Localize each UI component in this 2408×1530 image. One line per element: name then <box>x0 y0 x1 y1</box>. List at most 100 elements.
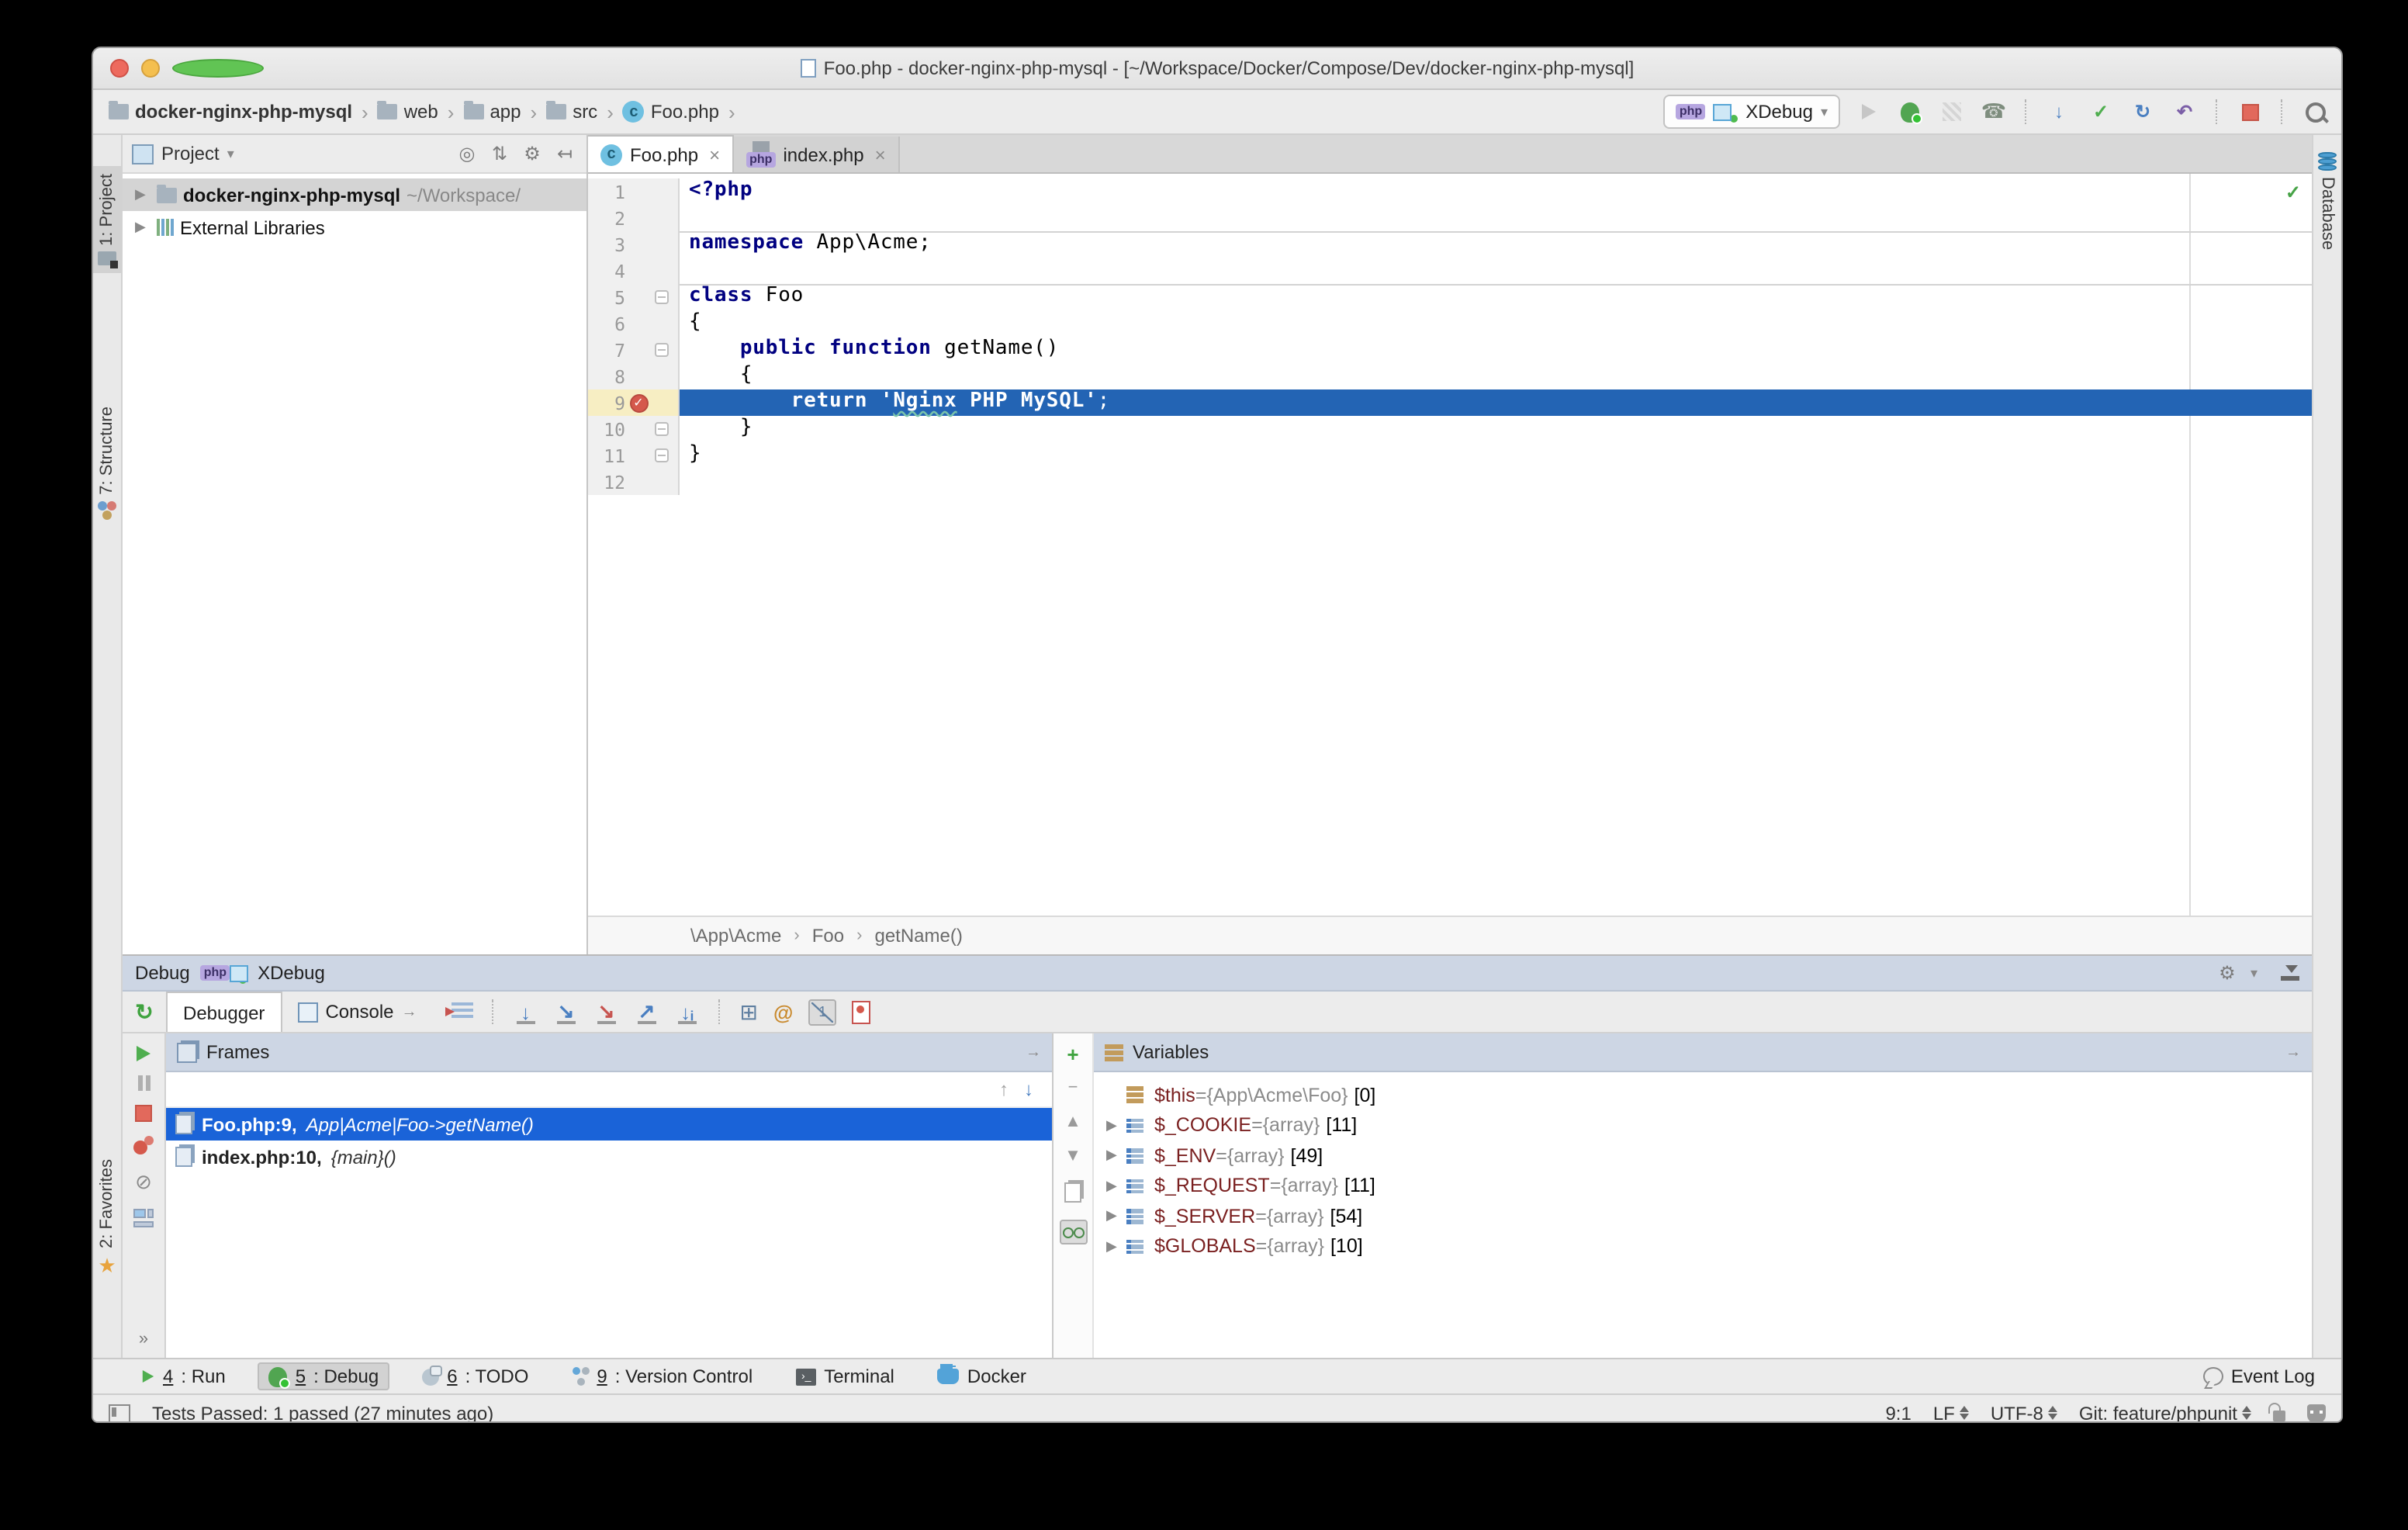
gutter-cell[interactable]: 6 <box>588 310 680 337</box>
tab-console[interactable]: Console → <box>282 992 432 1032</box>
move-watch-down-button[interactable]: ▼ <box>1064 1148 1081 1165</box>
breadcrumb-item[interactable]: docker-nginx-php-mysql <box>106 101 355 123</box>
encoding-widget[interactable]: UTF-8 <box>1991 1402 2057 1423</box>
caret-position-widget[interactable]: 9:1 <box>1885 1402 1911 1423</box>
breadcrumb-item[interactable]: app <box>460 101 524 123</box>
zoom-window-button[interactable] <box>172 59 264 78</box>
toolwindow-button-todo[interactable]: 6: TODO <box>411 1362 539 1390</box>
copy-button[interactable] <box>1064 1182 1081 1203</box>
more-actions-button[interactable]: » <box>139 1330 148 1348</box>
gutter-cell[interactable]: 2 <box>588 205 680 231</box>
search-everywhere-button[interactable] <box>2301 98 2329 126</box>
inline-values-button[interactable]: @ <box>773 1000 793 1023</box>
toolwindow-button-project[interactable]: 1: Project <box>93 166 121 274</box>
view-breakpoints-button[interactable] <box>852 1000 870 1023</box>
gutter-cell[interactable]: 8 <box>588 363 680 389</box>
debug-session-tab[interactable]: XDebug <box>258 962 325 984</box>
revert-changes-button[interactable]: ↶ <box>2171 98 2199 126</box>
run-button[interactable] <box>1854 98 1882 126</box>
stop-button[interactable] <box>135 1105 152 1122</box>
variable-row[interactable]: ▶$_COOKIE = {array}[11] <box>1094 1110 2312 1141</box>
frame-row[interactable]: Foo.php:9, App|Acme|Foo->getName() <box>166 1108 1052 1141</box>
readonly-lock-icon[interactable] <box>2273 1411 2285 1421</box>
show-execution-point-button[interactable] <box>452 1002 473 1021</box>
show-history-button[interactable]: ↻ <box>2129 98 2157 126</box>
float-panel-icon[interactable]: → <box>2285 1044 2301 1061</box>
toolwindow-button-terminal[interactable]: ›_Terminal <box>785 1362 905 1390</box>
gutter-cell[interactable]: 12 <box>588 469 680 495</box>
breadcrumb-item[interactable]: getName() <box>874 925 962 947</box>
variable-row[interactable]: $this = {App\Acme\Foo}[0] <box>1094 1080 2312 1110</box>
previous-frame-button[interactable]: ↑ <box>999 1078 1009 1100</box>
breadcrumb-item[interactable]: \App\Acme <box>690 925 781 947</box>
move-watch-up-button[interactable]: ▲ <box>1064 1114 1081 1131</box>
code-line[interactable]: 12 <box>588 469 2312 495</box>
gutter-cell[interactable]: 7 <box>588 337 680 363</box>
tree-row[interactable]: ▶External Libraries <box>123 211 586 244</box>
gutter-cell[interactable]: 3 <box>588 231 680 258</box>
code-line[interactable]: 4 <box>588 258 2312 284</box>
settings-gear-icon[interactable]: ⚙ <box>520 143 545 164</box>
inspection-ok-icon[interactable]: ✓ <box>2285 182 2301 203</box>
view-breakpoints-button[interactable] <box>133 1136 154 1156</box>
mute-breakpoints-button[interactable]: ⊘ <box>135 1170 152 1195</box>
code-line[interactable]: 3namespace App\Acme; <box>588 231 2312 258</box>
inspection-profile-icon[interactable] <box>2307 1404 2326 1422</box>
add-watch-button[interactable]: + <box>1067 1046 1078 1063</box>
gutter-cell[interactable]: 9✓ <box>588 389 680 416</box>
toolwindow-toggle-icon[interactable] <box>109 1404 130 1422</box>
toolwindow-button-favorites[interactable]: 2: Favorites ★ <box>93 1151 121 1287</box>
code-editor[interactable]: 1<?php23namespace App\Acme;45class Foo6{… <box>588 174 2312 916</box>
code-line[interactable]: 7 public function getName() <box>588 337 2312 363</box>
pause-button[interactable] <box>137 1075 150 1091</box>
variable-row[interactable]: ▶$_ENV = {array}[49] <box>1094 1141 2312 1171</box>
float-panel-icon[interactable]: → <box>1026 1044 1041 1061</box>
close-icon[interactable]: × <box>875 144 886 165</box>
editor-tab-index-php[interactable]: phpindex.php× <box>734 137 899 172</box>
gutter-cell[interactable]: 1 <box>588 178 680 205</box>
status-message[interactable]: Tests Passed: 1 passed (27 minutes ago) <box>152 1402 493 1423</box>
remove-watch-button[interactable]: − <box>1068 1080 1078 1097</box>
breakpoint-icon[interactable]: ✓ <box>625 393 652 412</box>
step-out-button[interactable]: ↗ <box>635 999 659 1024</box>
code-line[interactable]: 1<?php <box>588 178 2312 205</box>
variable-row[interactable]: ▶$_REQUEST = {array}[11] <box>1094 1171 2312 1201</box>
expand-chevron-icon[interactable]: ▶ <box>1106 1117 1126 1134</box>
code-line[interactable]: 2 <box>588 205 2312 231</box>
restore-layout-button[interactable] <box>133 1209 154 1226</box>
fold-marker-icon[interactable] <box>652 343 672 357</box>
force-step-into-button[interactable]: ↘ <box>594 999 619 1024</box>
close-window-button[interactable] <box>110 59 129 78</box>
code-line[interactable]: 10 } <box>588 416 2312 442</box>
breadcrumb-item[interactable]: Foo <box>812 925 844 947</box>
resume-button[interactable] <box>137 1046 150 1061</box>
expand-chevron-icon[interactable]: ▶ <box>1106 1148 1126 1165</box>
code-line[interactable]: 6{ <box>588 310 2312 337</box>
rerun-button[interactable]: ↻ <box>123 999 166 1025</box>
run-to-cursor-button[interactable]: ↓ᵢ <box>675 999 700 1024</box>
commit-changes-button[interactable]: ✓ <box>2087 98 2115 126</box>
code-line[interactable]: 9✓ return 'Nginx PHP MySQL'; <box>588 389 2312 416</box>
fold-marker-icon[interactable] <box>652 448 672 462</box>
toolwindow-button-database[interactable]: Database <box>2313 144 2341 258</box>
variable-row[interactable]: ▶$_SERVER = {array}[54] <box>1094 1201 2312 1231</box>
fold-marker-icon[interactable] <box>652 290 672 304</box>
minimize-window-button[interactable] <box>141 59 160 78</box>
fold-marker-icon[interactable] <box>652 422 672 436</box>
gutter-cell[interactable]: 5 <box>588 284 680 310</box>
breadcrumb-item[interactable]: cFoo.php <box>620 101 722 123</box>
step-into-button[interactable]: ↘ <box>554 999 579 1024</box>
frame-row[interactable]: index.php:10, {main}() <box>166 1141 1052 1173</box>
step-over-button[interactable]: ↓ <box>514 999 538 1024</box>
tree-row[interactable]: ▶docker-nginx-php-mysql ~/Workspace/ <box>123 178 586 211</box>
collapse-all-button[interactable]: ⇅ <box>487 143 512 164</box>
listen-php-debug-button[interactable]: ☎ <box>1980 98 2008 126</box>
toolwindow-button-structure[interactable]: 7: Structure <box>93 399 121 528</box>
locate-file-button[interactable]: ◎ <box>455 143 479 164</box>
breadcrumb-item[interactable]: src <box>543 101 600 123</box>
event-log-button[interactable]: Event Log <box>2192 1362 2326 1390</box>
code-line[interactable]: 8 { <box>588 363 2312 389</box>
tab-debugger[interactable]: Debugger <box>166 992 282 1032</box>
evaluate-expression-button[interactable]: ⊞ <box>740 999 758 1025</box>
close-icon[interactable]: × <box>709 144 720 165</box>
